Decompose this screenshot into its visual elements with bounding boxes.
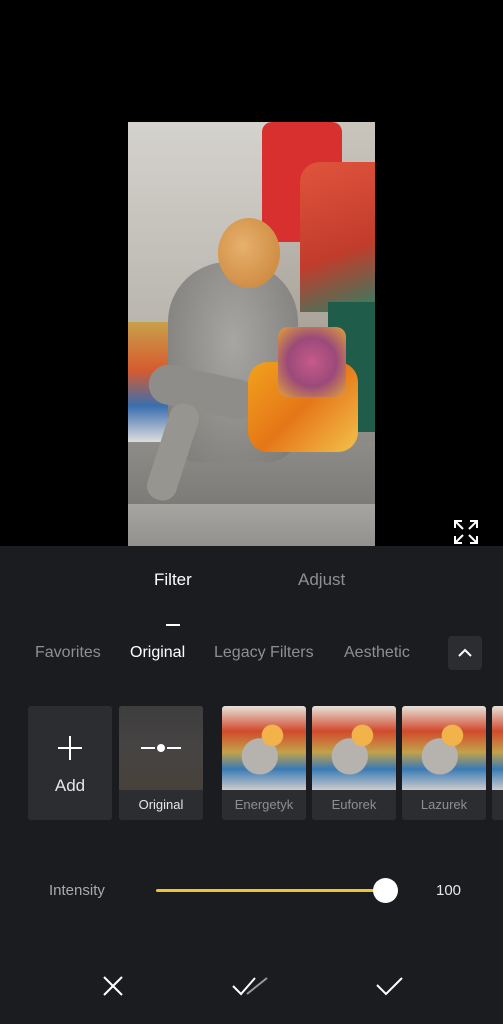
check-icon — [376, 977, 403, 996]
filter-name: Lazurek — [402, 790, 486, 820]
photo-preview — [0, 0, 503, 546]
photo-image — [128, 122, 375, 546]
edit-panel: Filter Adjust Favorites Original Legacy … — [0, 546, 503, 1024]
add-filter-button[interactable]: Add — [28, 706, 112, 820]
category-tabs: Favorites Original Legacy Filters Aesthe… — [0, 644, 503, 668]
filter-thumbnail — [119, 706, 203, 790]
intensity-value: 100 — [436, 882, 462, 899]
slider-track — [156, 889, 386, 892]
collapse-button[interactable] — [448, 636, 482, 670]
filter-thumbnail — [312, 706, 396, 790]
category-aesthetic[interactable]: Aesthetic — [344, 644, 410, 662]
plus-icon — [58, 736, 82, 760]
confirm-button[interactable] — [373, 974, 405, 998]
category-favorites[interactable]: Favorites — [35, 644, 101, 662]
add-filter-label: Add — [54, 776, 86, 795]
filter-thumbnail — [402, 706, 486, 790]
filter-energetyk[interactable]: Energetyk — [222, 706, 306, 820]
close-icon — [103, 976, 123, 996]
filter-next-partial[interactable] — [492, 706, 503, 820]
tab-adjust[interactable]: Adjust — [298, 570, 345, 590]
category-original[interactable]: Original — [130, 644, 185, 662]
tab-indicator — [166, 624, 180, 626]
filter-name: Energetyk — [222, 790, 306, 820]
tab-filter[interactable]: Filter — [154, 570, 192, 590]
intensity-label: Intensity — [49, 882, 105, 899]
filter-thumbnail — [492, 706, 503, 790]
filter-original[interactable]: Original — [119, 706, 203, 820]
fullscreen-icon[interactable] — [452, 518, 480, 546]
apply-to-all-button[interactable] — [231, 974, 271, 998]
intensity-slider[interactable] — [156, 877, 398, 903]
filter-name: Euforek — [312, 790, 396, 820]
cancel-button[interactable] — [97, 974, 129, 998]
original-icon — [141, 744, 181, 752]
filter-name: Original — [119, 790, 203, 820]
filter-lazurek[interactable]: Lazurek — [402, 706, 486, 820]
category-legacy-filters[interactable]: Legacy Filters — [214, 644, 314, 662]
double-check-icon — [232, 977, 268, 996]
filter-thumbnail — [222, 706, 306, 790]
filter-strip: Add Original Energetyk Euforek Lazurek — [0, 706, 503, 822]
mode-tabs: Filter Adjust — [0, 570, 503, 626]
filter-euforek[interactable]: Euforek — [312, 706, 396, 820]
slider-knob[interactable] — [373, 878, 398, 903]
chevron-up-icon — [458, 648, 472, 657]
